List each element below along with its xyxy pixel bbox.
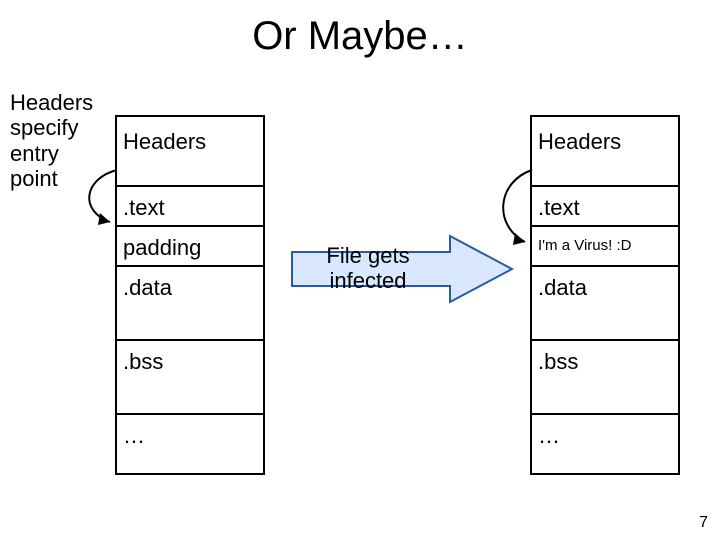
right-sep-5 [532, 413, 678, 415]
right-headers: Headers [532, 125, 678, 159]
left-bss: .bss [117, 345, 263, 379]
left-file-block: Headers .text padding .data .bss … [115, 115, 265, 475]
left-sep-5 [117, 413, 263, 415]
page-number: 7 [699, 514, 708, 532]
right-data: .data [532, 271, 678, 305]
left-data: .data [117, 271, 263, 305]
left-sep-3 [117, 265, 263, 267]
right-sep-3 [532, 265, 678, 267]
right-sep-4 [532, 339, 678, 341]
right-file-block: Headers .text I'm a Virus! :D .data .bss… [530, 115, 680, 475]
left-headers: Headers [117, 125, 263, 159]
left-sep-4 [117, 339, 263, 341]
slide-title: Or Maybe… [0, 14, 720, 59]
left-entry-arrow-icon [70, 170, 140, 240]
right-bss: .bss [532, 345, 678, 379]
right-ellipsis: … [532, 419, 678, 453]
left-ellipsis: … [117, 419, 263, 453]
arrow-label: File gets infected [308, 243, 428, 294]
slide: Or Maybe… Headers specify entry point He… [0, 0, 720, 540]
